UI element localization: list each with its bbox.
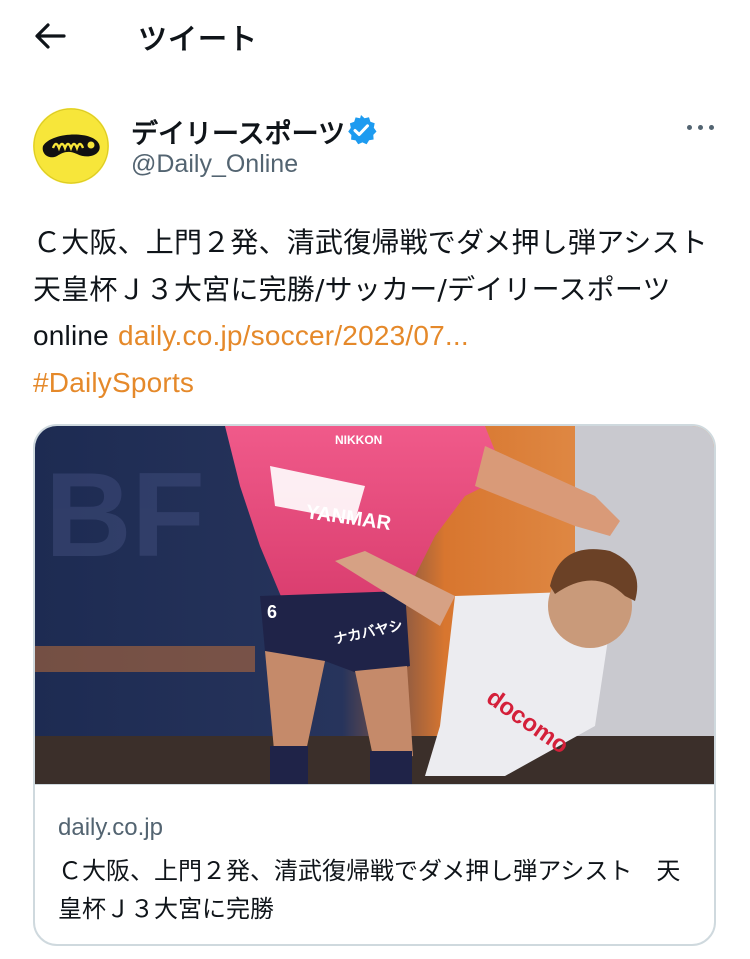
wall-text: BF	[45, 448, 205, 582]
tweet-author: デイリースポーツ @Daily_Online	[33, 108, 723, 188]
author-name[interactable]: デイリースポーツ	[131, 112, 345, 151]
more-horizontal-icon[interactable]	[683, 116, 717, 140]
photo-text-number: 6	[267, 602, 277, 622]
link-card[interactable]: BF NIKKON YANMAR 6 ナカバヤシ docomo daily.co…	[33, 424, 716, 946]
tweet-body-text: Ｃ大阪、上門２発、清武復帰戦でダメ押し弾アシスト 天皇杯Ｊ３大宮に完勝/サッカー…	[33, 226, 737, 306]
soccer-match-photo: BF NIKKON YANMAR 6 ナカバヤシ docomo	[35, 426, 714, 784]
verified-badge-icon	[348, 115, 377, 145]
tweet-text: Ｃ大阪、上門２発、清武復帰戦でダメ押し弾アシスト 天皇杯Ｊ３大宮に完勝/サッカー…	[33, 220, 736, 406]
card-divider	[35, 784, 714, 785]
tweet-body-latin: online	[33, 320, 109, 351]
top-bar: ツイート	[0, 0, 750, 72]
page-title: ツイート	[138, 22, 259, 56]
photo-text-sponsor-top: NIKKON	[335, 433, 382, 447]
tweet-hashtag[interactable]: #DailySports	[33, 367, 194, 398]
daily-sports-logo-icon	[33, 108, 109, 184]
avatar[interactable]	[33, 108, 109, 184]
arrow-left-icon[interactable]	[34, 22, 66, 50]
tweet-link[interactable]: daily.co.jp/soccer/2023/07...	[118, 320, 469, 351]
card-domain: daily.co.jp	[58, 814, 163, 841]
author-handle[interactable]: @Daily_Online	[131, 150, 298, 179]
card-title: Ｃ大阪、上門２発、清武復帰戦でダメ押し弾アシスト 天皇杯Ｊ３大宮に完勝	[58, 857, 681, 923]
